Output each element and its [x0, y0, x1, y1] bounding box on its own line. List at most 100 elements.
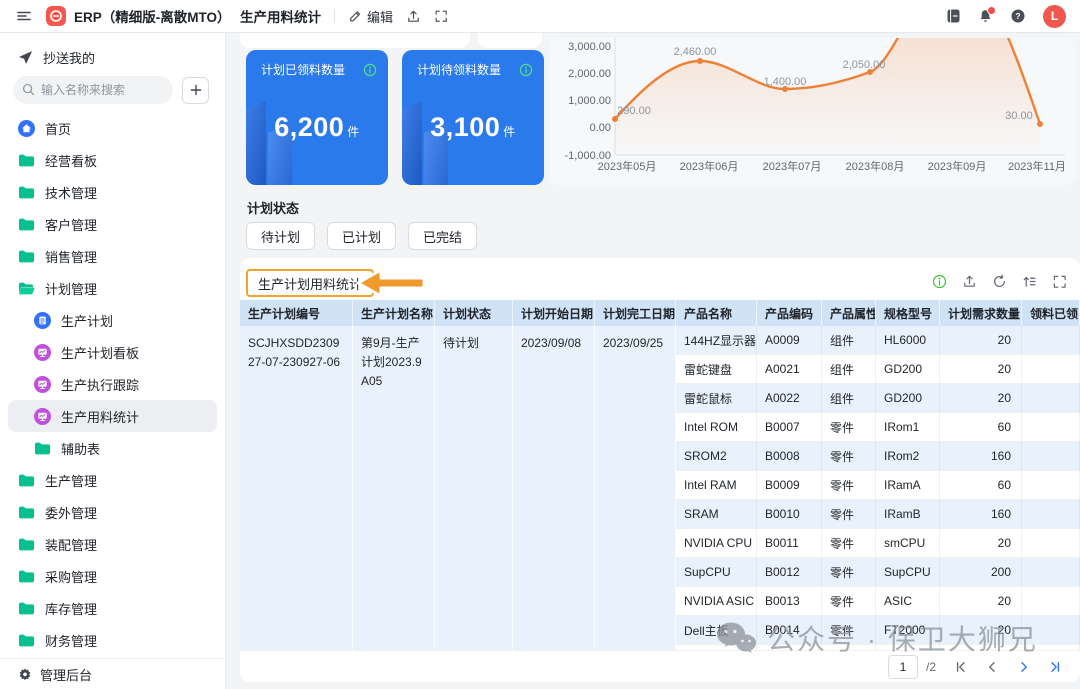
- filter-pending-button[interactable]: 待计划: [246, 222, 315, 250]
- edit-button[interactable]: 编辑: [348, 7, 393, 26]
- issued-qty-cell: [1022, 326, 1080, 354]
- svg-text:2023年06月: 2023年06月: [680, 159, 739, 173]
- sidebar-item[interactable]: 技术管理: [0, 176, 225, 208]
- table-row[interactable]: Intel RAMB0009零件IRamA60: [676, 471, 1080, 500]
- sidebar-item-label: 技术管理: [45, 183, 97, 202]
- sidebar-item-label: 计划管理: [45, 279, 97, 298]
- product-attr-cell: 零件: [822, 529, 876, 557]
- spec-model-cell: HL6000: [876, 326, 940, 354]
- sidebar-nav: 首页经营看板技术管理客户管理销售管理计划管理生产计划生产计划看板生产执行跟踪生产…: [0, 112, 225, 656]
- product-code-cell: B0008: [757, 442, 822, 470]
- spec-model-cell: IRom1: [876, 413, 940, 441]
- add-button[interactable]: [182, 77, 209, 104]
- filter-planned-button[interactable]: 已计划: [327, 222, 396, 250]
- table-row[interactable]: Dell主板B0014零件FT200020: [676, 616, 1080, 645]
- user-avatar[interactable]: L: [1043, 5, 1066, 28]
- sidebar-item[interactable]: 生产执行跟踪: [0, 368, 225, 400]
- table-row[interactable]: SROM2B0008零件IRom2160: [676, 442, 1080, 471]
- product-attr-cell: 零件: [822, 558, 876, 586]
- next-page-button[interactable]: [1012, 655, 1036, 679]
- prev-page-button[interactable]: [980, 655, 1004, 679]
- issued-qty-cell: [1022, 384, 1080, 412]
- cc-me-label: 抄送我的: [43, 48, 95, 67]
- main-content: 计划已领料数量 6,200件 计划待领料数量 3,100件: [225, 32, 1080, 689]
- product-attr-cell: 零件: [822, 471, 876, 499]
- sidebar-item[interactable]: 财务管理: [0, 624, 225, 656]
- edit-label: 编辑: [367, 7, 393, 26]
- sidebar-item-label: 委外管理: [45, 503, 97, 522]
- cc-me-item[interactable]: 抄送我的: [0, 42, 225, 72]
- share-icon[interactable]: [406, 9, 421, 24]
- product-name-cell: Dell主板: [676, 616, 757, 644]
- product-attr-cell: 零件: [822, 616, 876, 644]
- stat-value: 6,200: [274, 112, 344, 142]
- sidebar-item-label: 首页: [45, 119, 71, 138]
- help-icon[interactable]: ?: [1010, 8, 1026, 24]
- sidebar-item[interactable]: 首页: [0, 112, 225, 144]
- table-row[interactable]: NVIDIA CPUB0011零件smCPU20: [676, 529, 1080, 558]
- stat-card-title: 计划已领料数量: [261, 61, 345, 78]
- folder-icon: [18, 505, 35, 520]
- sidebar-collapse-icon[interactable]: [16, 8, 32, 24]
- fullscreen-icon[interactable]: [434, 9, 448, 23]
- table-row[interactable]: SRAMB0010零件IRamB160: [676, 500, 1080, 529]
- table-row[interactable]: 雷蛇键盘A0021组件GD20020: [676, 355, 1080, 384]
- svg-text:1,000.00: 1,000.00: [568, 95, 611, 107]
- sidebar-item[interactable]: 库存管理: [0, 592, 225, 624]
- info-icon[interactable]: [519, 63, 533, 77]
- first-page-button[interactable]: [948, 655, 972, 679]
- table-row[interactable]: SupCPUB0012零件SupCPU200: [676, 558, 1080, 587]
- sidebar-search-row: [0, 72, 225, 106]
- last-page-button[interactable]: [1044, 655, 1068, 679]
- sidebar-item[interactable]: 委外管理: [0, 496, 225, 528]
- product-code-cell: B0013: [757, 587, 822, 615]
- sidebar-item-label: 装配管理: [45, 535, 97, 554]
- line-chart: 3,000.00 2,000.00 1,000.00 0.00 -1,000.0…: [549, 38, 1076, 185]
- search-input[interactable]: [13, 76, 173, 104]
- demand-qty-cell: 20: [940, 616, 1022, 644]
- plan-name-cell: 第9月-生产计划2023.9A05: [353, 326, 435, 650]
- folder-icon: [34, 441, 51, 456]
- page-number-input[interactable]: 1: [888, 655, 918, 679]
- table-row[interactable]: NVIDIA ASICB0013零件ASIC20: [676, 587, 1080, 616]
- sidebar-item[interactable]: 客户管理: [0, 208, 225, 240]
- sidebar-item[interactable]: 生产用料统计: [8, 400, 217, 432]
- sidebar-item[interactable]: 经营看板: [0, 144, 225, 176]
- sidebar-item[interactable]: 采购管理: [0, 560, 225, 592]
- filter-finished-button[interactable]: 已完结: [408, 222, 477, 250]
- sidebar-item[interactable]: 装配管理: [0, 528, 225, 560]
- demand-qty-cell: 60: [940, 413, 1022, 441]
- product-name-cell: 雷蛇鼠标: [676, 384, 757, 412]
- table-fullscreen-icon[interactable]: [1052, 274, 1067, 289]
- issued-qty-cell: [1022, 442, 1080, 470]
- product-name-cell: Intel ROM: [676, 413, 757, 441]
- notifications-bell-icon[interactable]: [978, 8, 993, 24]
- column-settings-icon[interactable]: [1022, 274, 1037, 289]
- issued-qty-cell: [1022, 616, 1080, 644]
- sidebar-item[interactable]: 生产管理: [0, 464, 225, 496]
- column-header: 计划完工日期: [595, 300, 676, 326]
- table-row[interactable]: 雷蛇鼠标A0022组件GD20020: [676, 384, 1080, 413]
- info-icon[interactable]: [363, 63, 377, 77]
- admin-backend-item[interactable]: 管理后台: [0, 658, 225, 689]
- product-name-cell: NVIDIA CPU: [676, 529, 757, 557]
- table-toolbar: [932, 274, 1067, 289]
- demand-qty-cell: 20: [940, 326, 1022, 354]
- spec-model-cell: IRamA: [876, 471, 940, 499]
- refresh-icon[interactable]: [992, 274, 1007, 289]
- product-code-cell: A0022: [757, 384, 822, 412]
- sidebar-item[interactable]: 销售管理: [0, 240, 225, 272]
- changelog-icon[interactable]: [946, 8, 961, 24]
- document-icon: [34, 312, 51, 329]
- sidebar-item[interactable]: 生产计划看板: [0, 336, 225, 368]
- product-code-cell: B0011: [757, 529, 822, 557]
- table-row[interactable]: 144HZ显示器A0009组件HL600020: [676, 326, 1080, 355]
- table-row[interactable]: Intel ROMB0007零件IRom160: [676, 413, 1080, 442]
- svg-text:290.00: 290.00: [617, 105, 651, 117]
- sidebar-item[interactable]: 生产计划: [0, 304, 225, 336]
- divider: [334, 9, 335, 23]
- export-icon[interactable]: [962, 274, 977, 289]
- sidebar-item[interactable]: 辅助表: [0, 432, 225, 464]
- sidebar-item[interactable]: 计划管理: [0, 272, 225, 304]
- table-info-icon[interactable]: [932, 274, 947, 289]
